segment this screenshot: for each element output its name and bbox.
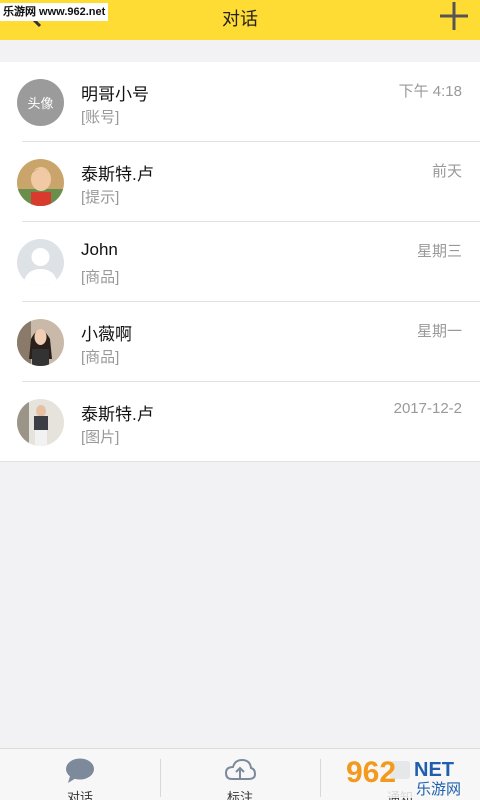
tab-label: 对话 [66, 790, 93, 800]
conversation-list: 头像 明哥小号 [账号] 下午 4:18 泰斯特.卢 [提示] 前天 John … [0, 62, 480, 462]
message-time: 前天 [431, 163, 462, 180]
message-time: 2017-12-2 [393, 400, 462, 417]
message-time: 下午 4:18 [398, 83, 462, 100]
contact-name: 小薇啊 [81, 325, 132, 344]
message-preview: [商品] [81, 269, 120, 286]
cloud-upload-icon [224, 758, 256, 780]
contact-name: 泰斯特.卢 [81, 165, 154, 184]
tab-label: 标注 [226, 790, 253, 800]
conversation-row[interactable]: 泰斯特.卢 [图片] 2017-12-2 [0, 382, 480, 462]
message-preview: [商品] [81, 349, 120, 366]
conversation-row[interactable]: 小薇啊 [商品] 星期一 [0, 302, 480, 382]
watermark: 乐游网 www.962.net [0, 3, 109, 21]
avatar [17, 319, 64, 366]
conversation-row[interactable]: 泰斯特.卢 [提示] 前天 [0, 142, 480, 222]
conversation-row[interactable]: John [商品] 星期三 [0, 222, 480, 302]
avatar [17, 159, 64, 206]
avatar: 头像 [17, 79, 64, 126]
message-time: 星期三 [416, 243, 462, 260]
divider [0, 461, 480, 462]
message-time: 星期一 [416, 323, 462, 340]
tab-chat[interactable]: 对话 [0, 749, 160, 800]
chat-bubble-icon [66, 758, 94, 783]
contact-name: John [81, 240, 118, 259]
site-logo: 962 NET 乐游网 [342, 752, 474, 798]
message-preview: [提示] [81, 189, 120, 206]
default-avatar-icon [17, 239, 64, 286]
add-icon[interactable] [437, 1, 471, 31]
logo-number: 962 [346, 756, 396, 789]
tab-annotate[interactable]: 标注 [160, 749, 320, 800]
contact-name: 泰斯特.卢 [81, 405, 154, 424]
conversation-row[interactable]: 头像 明哥小号 [账号] 下午 4:18 [0, 62, 480, 142]
contact-name: 明哥小号 [81, 85, 149, 104]
logo-net: NET [414, 759, 454, 781]
message-preview: [账号] [81, 109, 120, 126]
message-preview: [图片] [81, 429, 120, 446]
logo-cn: 乐游网 [416, 780, 461, 798]
avatar [17, 399, 64, 446]
